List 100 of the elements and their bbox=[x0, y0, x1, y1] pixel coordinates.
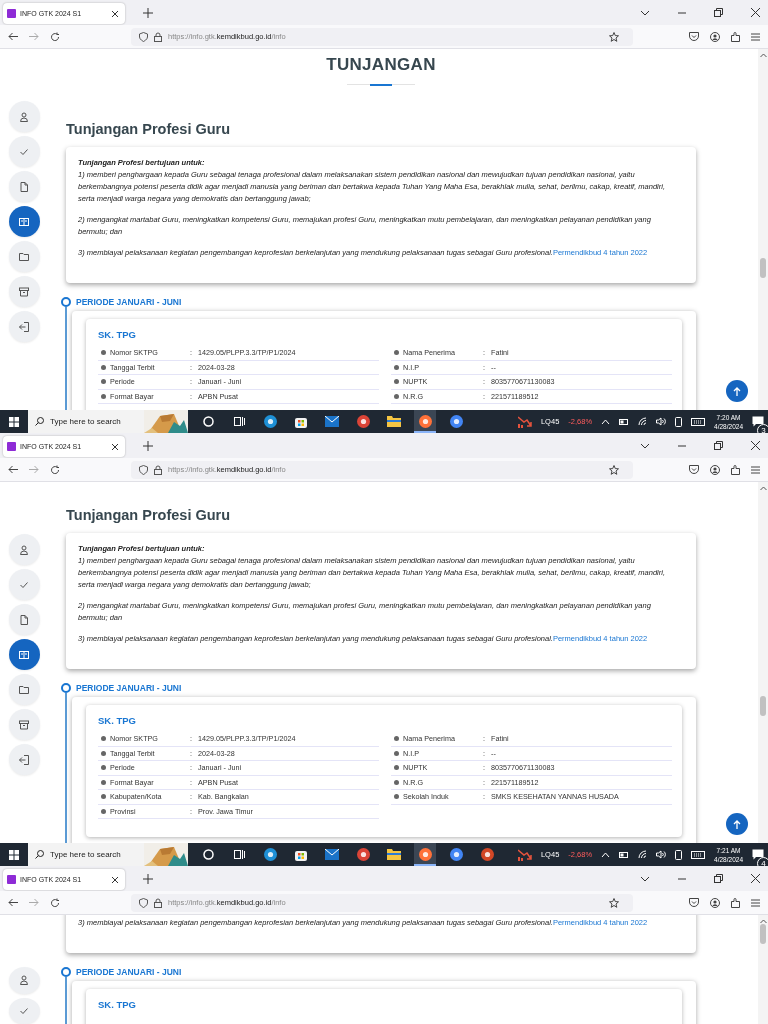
notifications-icon[interactable] bbox=[752, 848, 764, 860]
speaker-icon[interactable] bbox=[656, 417, 667, 426]
battery-icon[interactable] bbox=[619, 851, 630, 858]
close-icon[interactable] bbox=[751, 441, 760, 450]
sidebar-button[interactable] bbox=[8, 639, 40, 670]
search-field[interactable]: Type here to search bbox=[28, 843, 188, 866]
menu-icon[interactable] bbox=[751, 465, 760, 474]
bullet-icon bbox=[394, 765, 399, 771]
chevron-up-icon[interactable] bbox=[601, 418, 611, 425]
search-icon bbox=[35, 850, 44, 859]
site-icon bbox=[7, 442, 16, 451]
windows-icon bbox=[9, 849, 19, 860]
phone-icon[interactable] bbox=[675, 849, 683, 860]
menu-icon[interactable] bbox=[751, 32, 760, 41]
minimize-icon[interactable] bbox=[678, 444, 686, 447]
close-icon[interactable] bbox=[751, 874, 760, 883]
chevron-icon[interactable] bbox=[640, 9, 650, 16]
restore-icon[interactable] bbox=[714, 441, 723, 450]
reload-icon[interactable] bbox=[50, 464, 60, 475]
close-icon[interactable] bbox=[111, 9, 119, 18]
battery-icon[interactable] bbox=[619, 418, 630, 425]
section-title: Tunjangan Profesi Guru bbox=[66, 507, 232, 523]
windows-icon bbox=[9, 416, 19, 427]
sidebar-button[interactable] bbox=[8, 101, 40, 132]
search-field[interactable]: Type here to search bbox=[28, 410, 188, 433]
store-icon bbox=[295, 848, 307, 861]
sidebar-button[interactable] bbox=[8, 604, 40, 635]
speaker-icon[interactable] bbox=[656, 850, 667, 859]
keyboard-icon[interactable] bbox=[691, 850, 706, 859]
scroll-thumb[interactable] bbox=[760, 258, 766, 278]
chevron-icon[interactable] bbox=[640, 875, 650, 882]
period-title: PERIODE JANUARI - JUNI bbox=[76, 967, 182, 977]
scrollbar[interactable] bbox=[758, 915, 768, 1024]
back-icon[interactable] bbox=[8, 465, 18, 474]
close-icon[interactable] bbox=[751, 8, 760, 17]
pocket-icon[interactable] bbox=[689, 465, 699, 474]
extensions-icon[interactable] bbox=[731, 897, 740, 908]
browser-icon bbox=[356, 415, 370, 428]
reload-icon[interactable] bbox=[50, 897, 60, 908]
minimize-icon[interactable] bbox=[678, 11, 686, 14]
restore-icon[interactable] bbox=[714, 8, 723, 17]
pocket-icon[interactable] bbox=[689, 32, 699, 41]
phone-icon[interactable] bbox=[675, 416, 683, 427]
new-tab-icon[interactable] bbox=[143, 7, 153, 18]
scrollbar[interactable] bbox=[758, 482, 768, 843]
notifications-icon[interactable] bbox=[752, 415, 764, 427]
browser-icon bbox=[418, 415, 432, 428]
chevron-icon[interactable] bbox=[640, 442, 650, 449]
scrollbar[interactable] bbox=[758, 49, 768, 410]
check-icon bbox=[19, 146, 29, 157]
lock-icon bbox=[154, 464, 162, 475]
restore-icon[interactable] bbox=[714, 874, 723, 883]
folder-icon bbox=[19, 684, 29, 695]
account-icon[interactable] bbox=[710, 31, 720, 42]
sidebar-button[interactable] bbox=[8, 171, 40, 202]
back-icon[interactable] bbox=[8, 32, 18, 41]
close-icon[interactable] bbox=[111, 875, 119, 884]
scroll-top-button[interactable] bbox=[726, 813, 748, 835]
arrow-up-icon bbox=[733, 819, 741, 829]
chart-down-icon bbox=[517, 415, 532, 428]
star-icon[interactable] bbox=[609, 897, 619, 908]
file-icon bbox=[19, 181, 29, 192]
pocket-icon[interactable] bbox=[689, 898, 699, 907]
sidebar-button[interactable] bbox=[8, 967, 40, 994]
star-icon[interactable] bbox=[609, 464, 619, 475]
sidebar-button[interactable] bbox=[8, 534, 40, 565]
sidebar-button[interactable] bbox=[8, 206, 40, 237]
keyboard-icon[interactable] bbox=[691, 417, 706, 426]
back-icon[interactable] bbox=[8, 898, 18, 907]
archive-icon bbox=[19, 286, 29, 297]
wifi-icon[interactable] bbox=[638, 850, 648, 859]
new-tab-icon[interactable] bbox=[143, 873, 153, 884]
minimize-icon[interactable] bbox=[678, 877, 686, 880]
taskbar-app[interactable] bbox=[414, 410, 436, 433]
sidebar-button[interactable] bbox=[8, 674, 40, 705]
scroll-top-button[interactable] bbox=[726, 380, 748, 402]
lock-icon bbox=[154, 897, 162, 908]
bullet-icon bbox=[101, 736, 106, 742]
sidebar-button[interactable] bbox=[8, 709, 40, 740]
sidebar-button[interactable] bbox=[8, 744, 40, 775]
account-icon[interactable] bbox=[710, 897, 720, 908]
scroll-thumb[interactable] bbox=[760, 924, 766, 944]
shield-icon bbox=[139, 897, 148, 908]
lock-icon bbox=[154, 31, 162, 42]
sidebar-button[interactable] bbox=[8, 311, 40, 342]
taskbar-app[interactable] bbox=[414, 843, 436, 866]
sidebar-button[interactable] bbox=[8, 241, 40, 272]
wifi-icon[interactable] bbox=[638, 417, 648, 426]
close-icon[interactable] bbox=[111, 442, 119, 451]
sidebar-button[interactable] bbox=[8, 276, 40, 307]
menu-icon[interactable] bbox=[751, 898, 760, 907]
person-icon bbox=[19, 544, 29, 555]
extensions-icon[interactable] bbox=[731, 31, 740, 42]
new-tab-icon[interactable] bbox=[143, 440, 153, 451]
extensions-icon[interactable] bbox=[731, 464, 740, 475]
star-icon[interactable] bbox=[609, 31, 619, 42]
account-icon[interactable] bbox=[710, 464, 720, 475]
chevron-up-icon[interactable] bbox=[601, 851, 611, 858]
scroll-thumb[interactable] bbox=[760, 696, 766, 716]
reload-icon[interactable] bbox=[50, 31, 60, 42]
